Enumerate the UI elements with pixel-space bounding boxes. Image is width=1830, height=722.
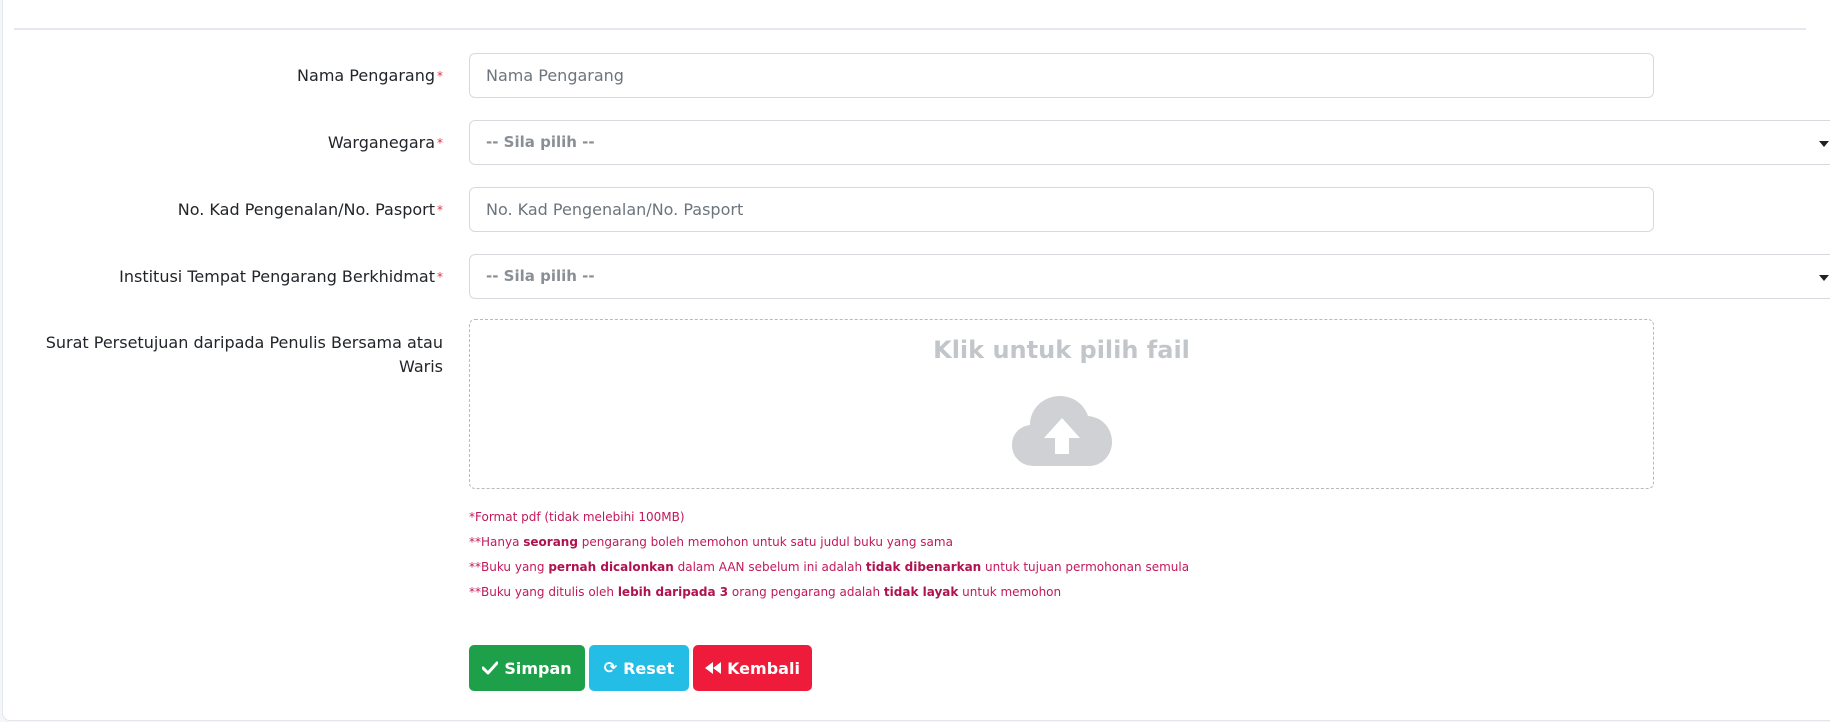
reset-button[interactable]: ⟳ Reset [589, 645, 689, 691]
save-button[interactable]: Simpan [469, 645, 585, 691]
note-bold: tidak layak [883, 585, 959, 599]
institution-selected-value: -- Sila pilih -- [486, 267, 595, 285]
note-previously-nominated: **Buku yang pernah dicalonkan dalam AAN … [469, 555, 1189, 580]
reset-button-label: Reset [623, 658, 675, 678]
note-bold: tidak dibenarkan [865, 560, 982, 574]
back-button-label: Kembali [727, 658, 800, 678]
required-mark: * [437, 270, 443, 284]
chevron-down-icon[interactable] [1819, 275, 1829, 281]
required-mark: * [437, 69, 443, 83]
author-name-input[interactable] [469, 53, 1654, 98]
dropzone-text: Klik untuk pilih fail [933, 336, 1190, 364]
note-format: *Format pdf (tidak melebihi 100MB) [469, 510, 685, 524]
chevron-down-icon[interactable] [1819, 141, 1829, 147]
note-text: untuk tujuan permohonan semula [981, 560, 1190, 574]
notes-list: *Format pdf (tidak melebihi 100MB) **Han… [469, 505, 1189, 605]
note-text: pengarang boleh memohon untuk satu judul… [577, 535, 953, 549]
cloud-upload-icon [1012, 396, 1112, 466]
note-bold: pernah dicalonkan [548, 560, 674, 574]
note-text: dalam AAN sebelum ini adalah [673, 560, 866, 574]
id-number-label: No. Kad Pengenalan/No. Pasport * [178, 198, 443, 222]
save-button-label: Simpan [504, 658, 572, 678]
note-bold: lebih daripada 3 [617, 585, 729, 599]
note-text: **Buku yang [469, 560, 549, 574]
refresh-icon: ⟳ [603, 658, 618, 677]
note-single-author: **Hanya seorang pengarang boleh memohon … [469, 530, 1189, 555]
note-text: **Hanya [469, 535, 524, 549]
id-number-label-text: No. Kad Pengenalan/No. Pasport [177, 200, 435, 219]
top-divider [14, 28, 1806, 30]
back-button[interactable]: Kembali [693, 645, 812, 691]
author-name-label-text: Nama Pengarang [297, 66, 435, 85]
check-icon [482, 661, 499, 675]
consent-letter-label: Surat Persetujuan daripada Penulis Bersa… [45, 333, 443, 376]
rewind-icon [705, 662, 722, 674]
note-author-limit: **Buku yang ditulis oleh lebih daripada … [469, 580, 1189, 605]
citizenship-label: Warganegara * [328, 131, 443, 155]
institution-label: Institusi Tempat Pengarang Berkhidmat * [119, 265, 443, 289]
required-mark: * [437, 203, 443, 217]
note-text: **Buku yang ditulis oleh [469, 585, 618, 599]
citizenship-selected-value: -- Sila pilih -- [486, 133, 595, 151]
institution-label-text: Institusi Tempat Pengarang Berkhidmat [119, 267, 435, 286]
note-text: untuk memohon [958, 585, 1062, 599]
required-mark: * [437, 136, 443, 150]
id-number-input[interactable] [469, 187, 1654, 232]
citizenship-label-text: Warganegara [327, 133, 435, 152]
note-text: orang pengarang adalah [728, 585, 884, 599]
institution-select[interactable]: -- Sila pilih -- [469, 254, 1830, 299]
file-dropzone[interactable]: Klik untuk pilih fail [469, 319, 1654, 489]
citizenship-select[interactable]: -- Sila pilih -- [469, 120, 1830, 165]
note-bold: seorang [523, 535, 578, 549]
author-name-label: Nama Pengarang * [297, 64, 443, 88]
